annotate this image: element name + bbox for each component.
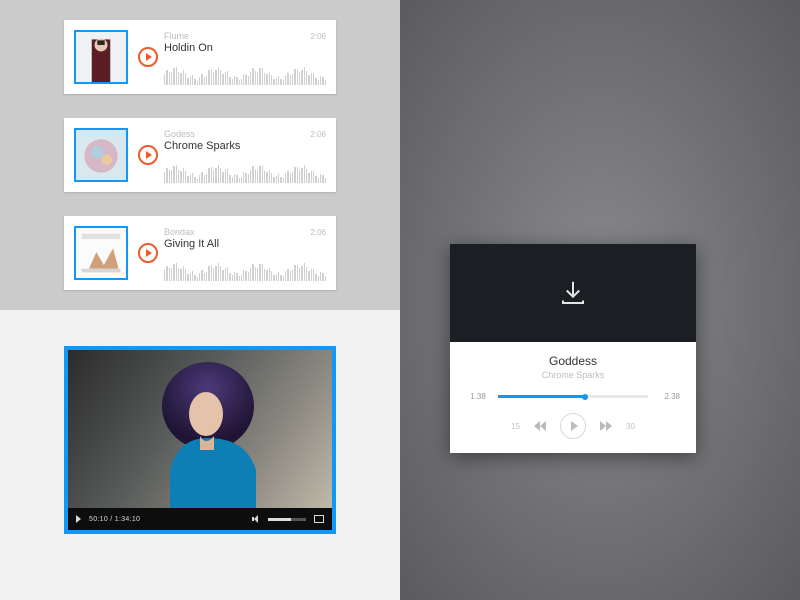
play-button[interactable] (138, 145, 158, 165)
song-artist: Chrome Sparks (466, 370, 680, 380)
music-player-card: Goddess Chrome Sparks 1.38 2.38 15 (450, 244, 696, 453)
track-card[interactable]: Godess Chrome Sparks 2:06 (64, 118, 336, 192)
play-button[interactable] (560, 413, 586, 439)
video-player: 50:10 / 1:34:10 (64, 346, 336, 534)
rewind-seconds-button[interactable]: 15 (511, 422, 520, 431)
volume-slider[interactable] (268, 518, 306, 521)
album-thumbnail[interactable] (74, 226, 128, 280)
track-meta: Godess Chrome Sparks (164, 127, 326, 183)
video-controls: 50:10 / 1:34:10 (68, 508, 332, 530)
song-title: Goddess (466, 354, 680, 368)
track-card[interactable]: Bondax Giving It All 2:06 (64, 216, 336, 290)
artist-label: Godess (164, 129, 326, 139)
play-icon (571, 421, 578, 431)
play-icon (146, 53, 152, 61)
thumbnail-image (76, 130, 126, 180)
play-icon (146, 151, 152, 159)
volume-icon[interactable] (252, 515, 260, 523)
time-total: 1:34:10 (115, 516, 140, 523)
progress-bar[interactable] (498, 395, 648, 398)
time-current: 50:10 (89, 516, 108, 523)
total-time: 2.38 (656, 392, 680, 401)
play-button[interactable] (138, 47, 158, 67)
duration-label: 2:06 (310, 228, 326, 237)
next-icon (600, 421, 612, 431)
forward-seconds-button[interactable]: 30 (626, 422, 635, 431)
time-display: 50:10 / 1:34:10 (89, 516, 140, 523)
previous-icon (534, 421, 546, 431)
track-card[interactable]: Flume Holdin On 2:06 (64, 20, 336, 94)
artist-label: Bondax (164, 227, 326, 237)
track-meta: Bondax Giving It All (164, 225, 326, 281)
previous-button[interactable] (534, 421, 546, 431)
track-list: Flume Holdin On 2:06 Godess Chro (0, 0, 400, 310)
play-button[interactable] (76, 515, 81, 523)
fullscreen-button[interactable] (314, 515, 324, 523)
video-still (68, 350, 332, 508)
thumbnail-image (76, 228, 126, 278)
play-icon (146, 249, 152, 257)
play-button[interactable] (138, 243, 158, 263)
track-title: Holdin On (164, 42, 326, 54)
waveform[interactable] (164, 257, 326, 281)
waveform[interactable] (164, 159, 326, 183)
next-button[interactable] (600, 421, 612, 431)
duration-label: 2:06 (310, 32, 326, 41)
download-icon (558, 278, 588, 308)
waveform[interactable] (164, 61, 326, 85)
video-area[interactable] (68, 350, 332, 508)
track-title: Chrome Sparks (164, 140, 326, 152)
track-title: Giving It All (164, 238, 326, 250)
artist-label: Flume (164, 31, 326, 41)
thumbnail-image (76, 32, 126, 82)
elapsed-time: 1.38 (466, 392, 490, 401)
album-thumbnail[interactable] (74, 30, 128, 84)
album-thumbnail[interactable] (74, 128, 128, 182)
duration-label: 2:06 (310, 130, 326, 139)
cover-area[interactable] (450, 244, 696, 342)
track-meta: Flume Holdin On (164, 29, 326, 85)
